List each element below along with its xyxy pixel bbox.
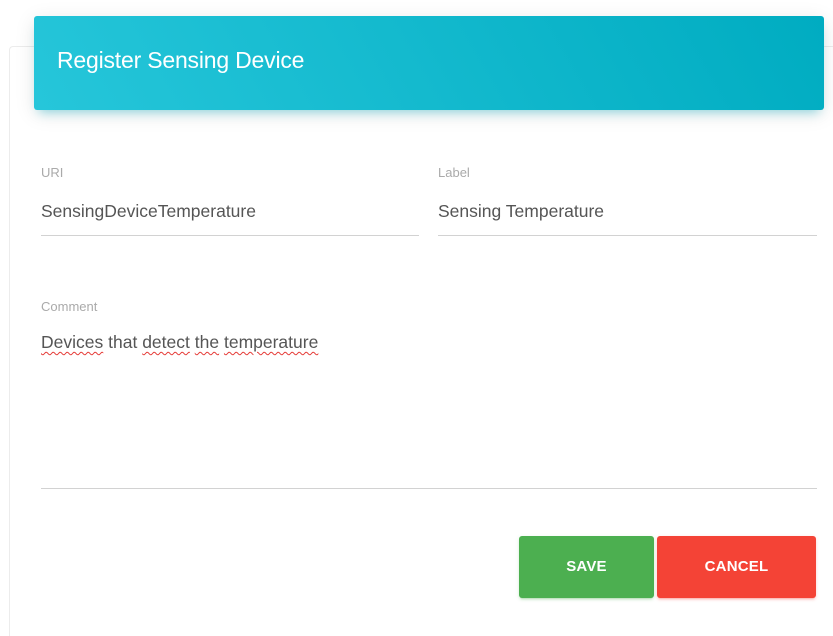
uri-field[interactable]: URI SensingDeviceTemperature <box>41 165 419 237</box>
label-input[interactable]: Sensing Temperature <box>438 201 604 222</box>
uri-field-underline <box>41 235 419 236</box>
dialog-title: Register Sensing Device <box>57 47 305 73</box>
comment-word: that <box>108 332 138 352</box>
uri-field-label: URI <box>41 165 64 180</box>
comment-field[interactable]: Comment Devices that detect the temperat… <box>41 299 817 491</box>
comment-field-underline <box>41 488 817 489</box>
save-button[interactable]: SAVE <box>519 536 654 598</box>
comment-word: Devices <box>41 332 104 352</box>
comment-field-label: Comment <box>41 299 98 314</box>
dialog-header: Register Sensing Device <box>34 16 824 110</box>
comment-word: the <box>194 332 220 352</box>
label-field[interactable]: Label Sensing Temperature <box>438 165 817 237</box>
label-field-label: Label <box>438 165 470 180</box>
comment-word: temperature <box>223 332 319 352</box>
label-field-underline <box>438 235 817 236</box>
cancel-button[interactable]: CANCEL <box>657 536 816 598</box>
uri-input[interactable]: SensingDeviceTemperature <box>41 201 256 222</box>
comment-textarea[interactable]: Devices that detect the temperature <box>41 332 318 353</box>
comment-word: detect <box>142 332 190 352</box>
